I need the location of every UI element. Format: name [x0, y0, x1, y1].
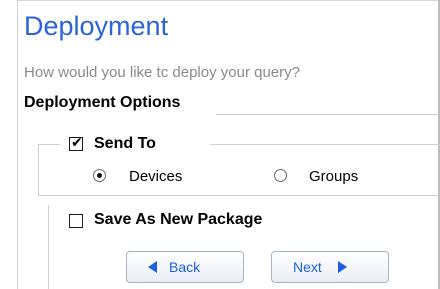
section-header-deployment-options: Deployment Options	[24, 94, 181, 111]
next-button-label: Next	[293, 259, 322, 275]
radio-devices[interactable]	[93, 169, 106, 182]
arrow-right-icon	[337, 261, 347, 273]
back-button-label: Back	[169, 259, 201, 275]
window-frame-left	[17, 0, 18, 289]
save-as-new-package-checkbox[interactable]	[69, 214, 83, 228]
radio-groups[interactable]	[274, 169, 287, 182]
send-to-label: Send To	[94, 135, 156, 152]
radio-selected-dot	[97, 173, 102, 178]
checkmark-icon: ✔	[71, 134, 83, 150]
back-button[interactable]: Back	[126, 251, 244, 283]
section-divider	[216, 114, 438, 115]
page-title: Deployment	[24, 11, 169, 41]
page-subtitle: How would you like tc deploy your query?	[24, 64, 300, 81]
send-to-checkbox[interactable]: ✔	[69, 134, 83, 151]
save-as-new-package-label: Save As New Package	[94, 211, 263, 228]
radio-devices-label: Devices	[129, 168, 183, 185]
radio-groups-label: Groups	[309, 168, 359, 185]
window-frame-top	[17, 0, 440, 1]
arrow-left-icon	[148, 261, 157, 273]
next-button[interactable]: Next	[271, 251, 389, 283]
